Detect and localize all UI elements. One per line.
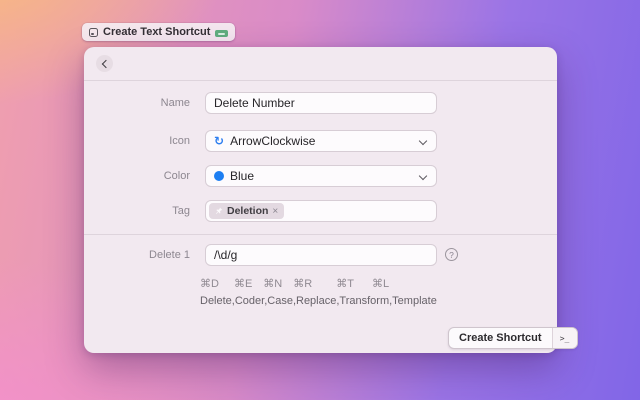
shortcut-hint: ⌘L [372,277,389,290]
shortcut-hints: ⌘D ⌘E ⌘N ⌘R ⌘T ⌘L [200,277,389,290]
delete1-input[interactable] [205,244,437,266]
icon-select-value: ArrowClockwise [230,134,315,148]
desktop-background: Create Text Shortcut Name Icon ↻ ArrowCl… [0,0,640,400]
shortcut-hint: ⌘E [234,277,252,290]
remove-tag-icon[interactable]: × [272,206,278,217]
back-button[interactable] [96,55,113,72]
color-label: Color [84,170,190,182]
help-icon[interactable]: ? [445,248,458,261]
tag-chip-label: Deletion [227,205,268,217]
window-icon [89,28,98,37]
window-tab-title: Create Text Shortcut [103,26,210,38]
shortcut-hint: ⌘N [263,277,282,290]
chevron-down-icon [419,172,427,180]
tag-label: Tag [84,205,190,217]
create-shortcut-button[interactable]: Create Shortcut [449,328,552,348]
create-shortcut-dialog: Name Icon ↻ ArrowClockwise Color Blue Ta… [84,47,557,353]
name-label: Name [84,97,190,109]
arrow-clockwise-icon: ↻ [214,135,224,147]
tag-input[interactable]: Deletion × [205,200,437,222]
delete1-label: Delete 1 [84,249,190,261]
tags-summary: Delete,Coder,Case,Replace,Transform,Temp… [200,295,437,307]
chevron-left-icon [101,59,109,67]
icon-select[interactable]: ↻ ArrowClockwise [205,130,437,152]
header-divider [84,80,557,81]
window-tab-create-text-shortcut[interactable]: Create Text Shortcut [82,23,235,41]
color-select[interactable]: Blue [205,165,437,187]
name-input[interactable] [205,92,437,114]
terminal-icon: >_ [560,334,570,343]
tag-chip: Deletion × [209,203,284,219]
color-select-value: Blue [230,169,254,183]
create-shortcut-button-group: Create Shortcut >_ [448,327,578,349]
shortcut-hint: ⌘D [200,277,219,290]
chevron-down-icon [419,137,427,145]
printer-icon [215,27,228,37]
shortcut-hint: ⌘T [336,277,354,290]
section-divider [84,234,557,235]
icon-label: Icon [84,135,190,147]
terminal-button[interactable]: >_ [553,328,577,348]
shortcut-hint: ⌘R [293,277,312,290]
pin-icon [215,207,223,215]
blue-color-swatch-icon [214,171,224,181]
